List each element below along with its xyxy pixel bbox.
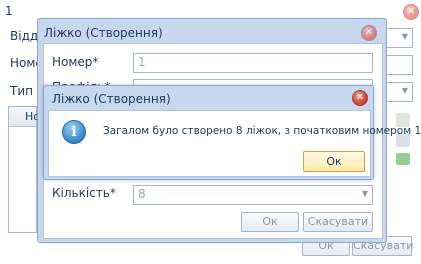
type-label: Тип (10, 84, 33, 98)
bed-create-close-button[interactable]: ✕ (361, 25, 377, 41)
info-dialog-title: Ліжко (Створення) (52, 92, 171, 106)
info-icon: i (62, 120, 86, 144)
info-dialog-ok-button[interactable]: Ок (303, 151, 365, 172)
info-dialog-body: i Загалом було створено 8 ліжок, з почат… (48, 110, 421, 177)
bed-count-label: Кількість* (52, 186, 116, 200)
background-window-title: 1 (5, 4, 13, 18)
bed-count-value: 8 (138, 187, 146, 201)
bed-number-label: Номер* (52, 55, 99, 69)
info-dialog: Ліжко (Створення) ✕ i Загалом було створ… (43, 85, 421, 180)
info-dialog-message: Загалом було створено 8 ліжок, з початко… (103, 125, 421, 137)
background-close-button[interactable]: ✕ (403, 4, 419, 20)
bed-create-window-title: Ліжко (Створення) (44, 26, 163, 40)
chevron-down-icon: ▼ (401, 32, 408, 41)
bed-count-select[interactable]: 8 ▼ (133, 185, 373, 205)
side-toolbar (393, 108, 415, 168)
refresh-icon[interactable] (396, 153, 410, 165)
info-dialog-close-button[interactable]: ✕ (352, 90, 368, 106)
table-header: Но (9, 107, 40, 127)
chevron-down-icon: ▼ (401, 86, 408, 95)
bed-create-ok-button[interactable]: Ок (241, 212, 299, 232)
chevron-down-icon: ▼ (361, 189, 368, 198)
bed-number-field[interactable]: 1 (133, 53, 373, 73)
beds-table: Но (8, 106, 40, 233)
bed-create-cancel-button[interactable]: Скасувати (303, 212, 373, 232)
info-icon-glyph: i (71, 124, 77, 140)
